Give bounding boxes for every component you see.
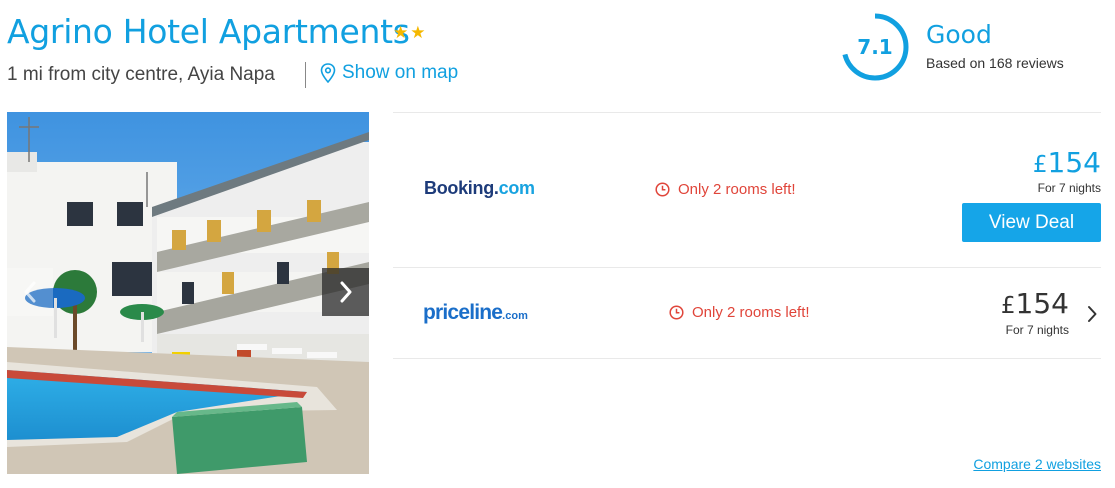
hotel-photo[interactable] [7,112,369,474]
provider-logo-booking: Booking.com [424,178,535,198]
review-count: Based on 168 reviews [926,55,1064,71]
provider-logo-priceline: priceline.com [423,301,528,324]
deal-nights: For 7 nights [1037,181,1101,195]
location-divider [305,62,306,88]
gallery-prev-button[interactable] [7,268,53,316]
star-icon: ★ [393,23,409,42]
availability-notice: Only 2 rooms left! [669,304,810,321]
gallery-next-button[interactable] [322,268,369,316]
chevron-left-icon [24,281,36,303]
clock-icon [655,182,670,197]
availability-notice: Only 2 rooms left! [655,181,796,198]
deal-row-priceline[interactable]: priceline.com Only 2 rooms left! £154 Fo… [393,268,1101,359]
star-icon: ★ [410,23,426,42]
view-deal-button[interactable]: View Deal [962,203,1101,242]
show-on-map-link[interactable]: Show on map [320,62,458,84]
compare-websites-link[interactable]: Compare 2 websites [973,456,1101,472]
map-pin-icon [320,63,336,83]
rating-label: Good [926,20,992,49]
show-on-map-label: Show on map [342,62,459,83]
deal-row-booking: Booking.com Only 2 rooms left! £154 For … [393,113,1101,268]
hotel-photo-image [7,112,369,474]
rating-badge: 7.1 [840,12,910,82]
hotel-name: Agrino Hotel Apartments [7,12,410,51]
deal-price: £154 [1032,146,1101,179]
rating-score: 7.1 [857,35,893,59]
clock-icon [669,305,684,320]
deal-price: £154 [1000,287,1069,320]
chevron-right-icon[interactable] [1085,304,1099,324]
star-rating: ★ ★ [393,24,426,41]
hotel-location: 1 mi from city centre, Ayia Napa [7,64,275,85]
deal-nights: For 7 nights [1005,323,1069,337]
chevron-right-icon [340,281,351,303]
